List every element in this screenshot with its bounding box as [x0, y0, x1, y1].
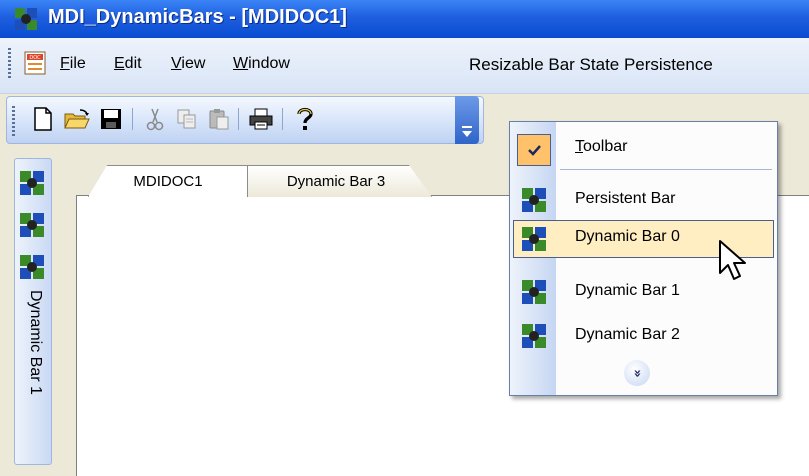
bar-app-icon[interactable] [19, 254, 45, 280]
menu-item-toolbar[interactable]: Toolbar [513, 130, 772, 166]
toolbar-overflow-button[interactable] [455, 96, 479, 144]
toolbar-grip[interactable] [12, 106, 15, 136]
copy-icon[interactable] [172, 104, 202, 134]
menu-file[interactable]: File [60, 55, 86, 73]
menu-separator [560, 169, 772, 170]
bar-app-icon[interactable] [19, 212, 45, 238]
open-icon[interactable] [62, 104, 92, 134]
bar-app-icon[interactable] [19, 170, 45, 196]
menu-edit[interactable]: Edit [114, 55, 142, 73]
bar-app-icon [522, 324, 546, 348]
menubar-grip[interactable] [8, 48, 11, 78]
toolbar-separator [132, 108, 133, 130]
window-title: MDI_DynamicBars - [MDIDOC1] [48, 6, 347, 28]
save-icon[interactable] [96, 104, 126, 134]
tab-dynamic-bar-3[interactable]: Dynamic Bar 3 [240, 165, 432, 197]
app-icon[interactable] [14, 7, 38, 31]
help-icon[interactable] [290, 104, 320, 134]
vertical-bar-label: Dynamic Bar 1 [27, 290, 44, 395]
menu-view[interactable]: View [171, 55, 205, 73]
menubar-caption: Resizable Bar State Persistence [469, 55, 713, 74]
print-icon[interactable] [246, 104, 276, 134]
cut-icon[interactable] [140, 104, 170, 134]
checkmark-icon [517, 134, 551, 166]
toolbar-separator [282, 108, 283, 130]
new-icon[interactable] [28, 104, 58, 134]
menu-window[interactable]: Window [233, 55, 290, 73]
document-menu-icon[interactable]: DOC [22, 50, 48, 76]
paste-icon[interactable] [204, 104, 234, 134]
menu-item-persistent-bar[interactable]: Persistent Bar [513, 182, 772, 218]
menu-item-dynamic-bar-2[interactable]: Dynamic Bar 2 [513, 318, 772, 354]
bar-app-icon [522, 280, 546, 304]
bar-app-icon [522, 188, 546, 212]
bar-app-icon [522, 227, 546, 251]
mouse-cursor-icon [719, 240, 746, 280]
toolbar-separator [238, 108, 239, 130]
tab-mdidoc1[interactable]: MDIDOC1 [88, 165, 248, 197]
expand-menu-chevron-icon[interactable]: » [624, 360, 650, 386]
svg-text:DOC: DOC [29, 55, 41, 61]
